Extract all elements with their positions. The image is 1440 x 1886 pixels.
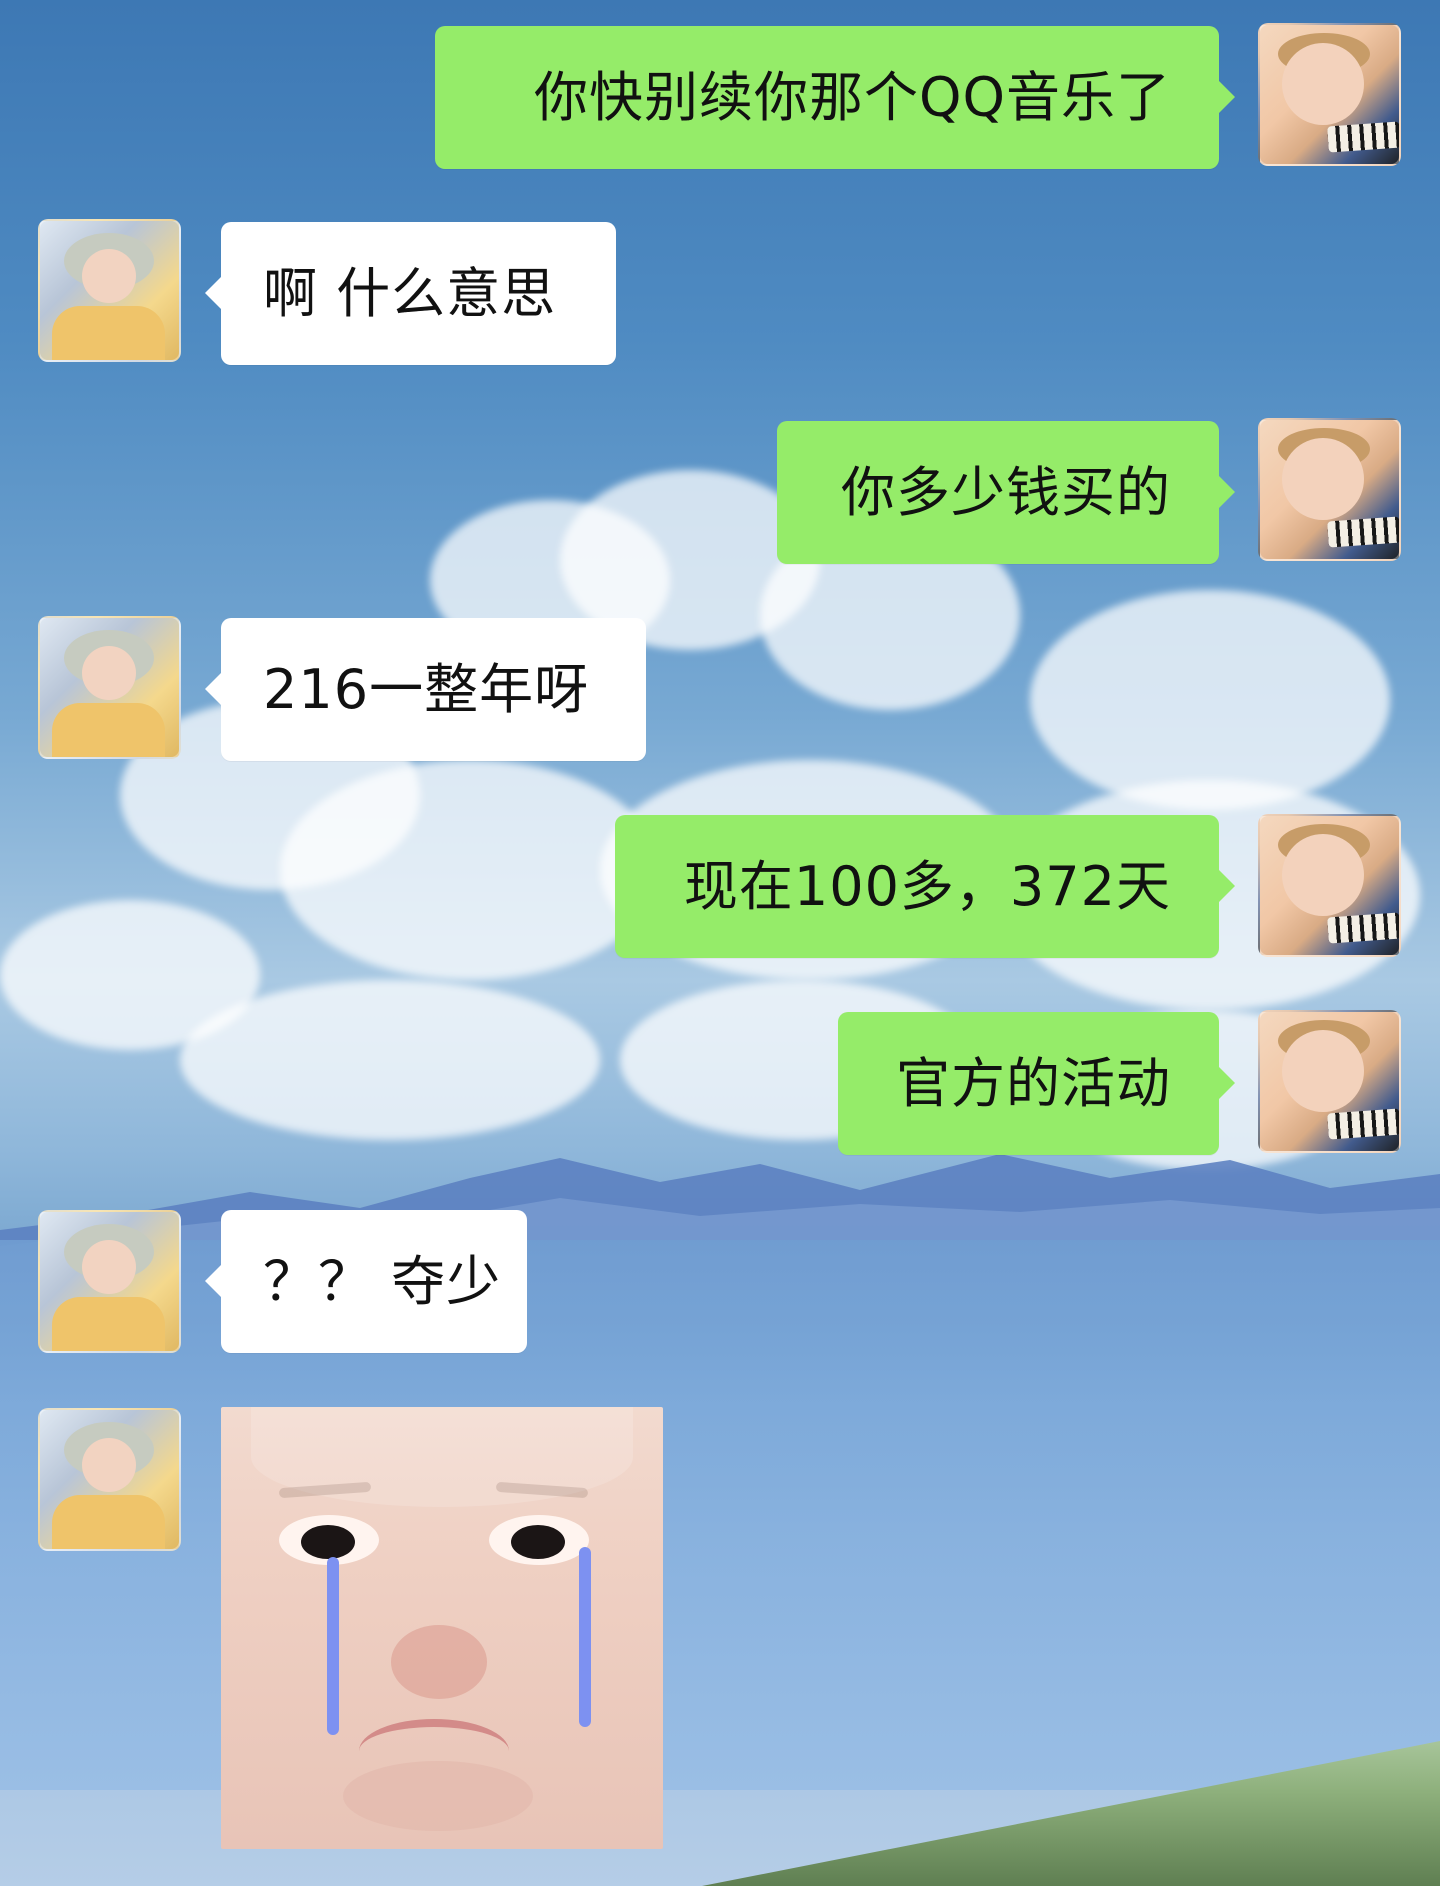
right-tear [579, 1547, 591, 1727]
chin-shape [343, 1761, 533, 1831]
sleeping-child-avatar-icon [1282, 43, 1364, 125]
incoming-message-bubble[interactable]: 啊 什么意思 [205, 222, 616, 365]
message-text: 你快别续你那个QQ音乐了 [533, 65, 1171, 129]
message-text: 216一整年呀 [263, 657, 590, 721]
incoming-message-bubble[interactable]: 216一整年呀 [205, 618, 646, 761]
friend-avatar[interactable] [38, 1408, 181, 1551]
nose-shape [391, 1625, 487, 1699]
message-text: 啊 什么意思 [263, 261, 557, 325]
piano-keys-icon [1327, 121, 1399, 153]
toddler-in-hat-avatar-icon [82, 1240, 136, 1294]
friend-avatar[interactable] [38, 1210, 181, 1353]
coat-shape [52, 1297, 165, 1351]
chat-screen: 你快别续你那个QQ音乐了 啊 什么意思 你多少钱买的 216一整年呀 现在100… [0, 0, 1440, 1886]
user-avatar[interactable] [1258, 23, 1401, 166]
outgoing-message-bubble[interactable]: 现在100多，372天 [615, 815, 1235, 958]
right-pupil [511, 1525, 565, 1559]
left-pupil [301, 1525, 355, 1559]
message-text: 你多少钱买的 [841, 460, 1171, 524]
message-text: ？？ 夺少 [263, 1249, 502, 1313]
sleeping-child-avatar-icon [1282, 834, 1364, 916]
coat-shape [52, 703, 165, 757]
toddler-in-hat-avatar-icon [82, 1438, 136, 1492]
sleeping-child-avatar-icon [1282, 1030, 1364, 1112]
friend-avatar[interactable] [38, 616, 181, 759]
right-eye [489, 1515, 589, 1565]
message-text: 官方的活动 [896, 1051, 1171, 1115]
friend-avatar[interactable] [38, 219, 181, 362]
lake-background [0, 1240, 1440, 1790]
piano-keys-icon [1327, 1108, 1399, 1140]
piano-keys-icon [1327, 912, 1399, 944]
sleeping-child-avatar-icon [1282, 438, 1364, 520]
message-text: 现在100多，372天 [683, 854, 1171, 918]
crying-baby-sticker[interactable] [221, 1407, 663, 1849]
coat-shape [52, 306, 165, 360]
user-avatar[interactable] [1258, 814, 1401, 957]
toddler-in-hat-avatar-icon [82, 646, 136, 700]
outgoing-message-bubble[interactable]: 你快别续你那个QQ音乐了 [435, 26, 1235, 169]
cloud-shape [1030, 590, 1390, 810]
cloud-shape [180, 980, 600, 1140]
left-tear [327, 1557, 339, 1735]
outgoing-message-bubble[interactable]: 你多少钱买的 [777, 421, 1235, 564]
piano-keys-icon [1327, 516, 1399, 548]
outgoing-message-bubble[interactable]: 官方的活动 [838, 1012, 1235, 1155]
coat-shape [52, 1495, 165, 1549]
incoming-message-bubble[interactable]: ？？ 夺少 [205, 1210, 527, 1353]
cloud-shape [280, 760, 660, 980]
toddler-in-hat-avatar-icon [82, 249, 136, 303]
user-avatar[interactable] [1258, 418, 1401, 561]
cloud-shape [0, 900, 260, 1050]
user-avatar[interactable] [1258, 1010, 1401, 1153]
